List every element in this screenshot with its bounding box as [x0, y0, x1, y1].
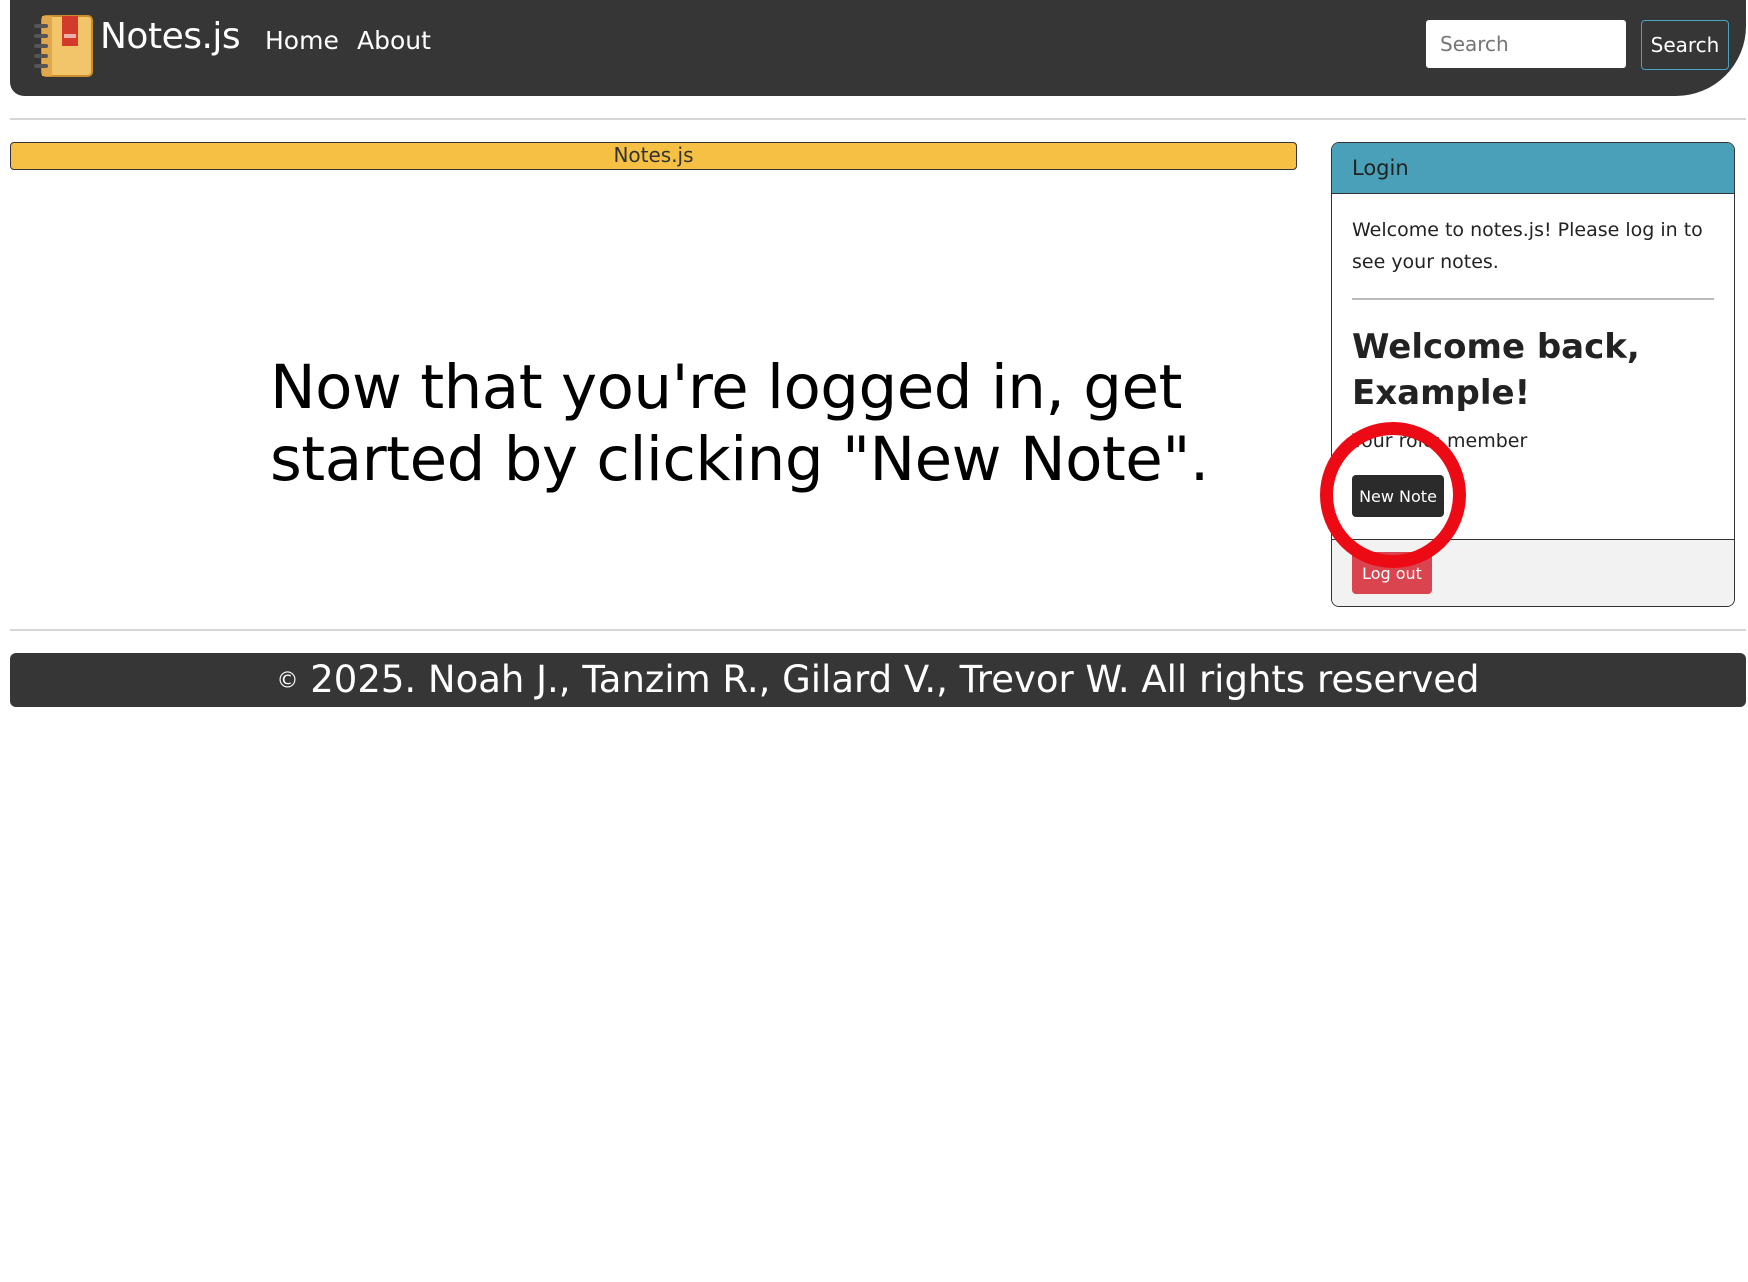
brand-title[interactable]: Notes.js	[100, 16, 241, 57]
copyright-symbol: ©	[276, 668, 299, 694]
new-note-button[interactable]: New Note	[1352, 475, 1444, 517]
login-card-header: Login	[1332, 143, 1734, 194]
search-input[interactable]	[1426, 20, 1626, 68]
welcome-back-heading: Welcome back, Example!	[1352, 326, 1640, 413]
footer-text: 2025. Noah J., Tanzim R., Gilard V., Tre…	[310, 658, 1480, 701]
login-card-footer: Log out	[1332, 539, 1734, 606]
login-card: Login Welcome to notes.js! Please log in…	[1331, 142, 1735, 607]
nav-home-link[interactable]: Home	[265, 26, 339, 55]
logout-button[interactable]: Log out	[1352, 552, 1432, 594]
page-banner: Notes.js	[10, 142, 1297, 170]
card-divider	[1352, 298, 1714, 300]
bottom-divider	[10, 629, 1746, 631]
notebook-icon[interactable]	[28, 12, 98, 78]
welcome-text: Welcome to notes.js! Please log in to se…	[1352, 219, 1703, 273]
login-card-body: Welcome to notes.js! Please log in to se…	[1332, 194, 1734, 452]
nav-about-link[interactable]: About	[357, 26, 431, 55]
user-role-text: Your role: member	[1352, 429, 1528, 452]
main-message: Now that you're logged in, get started b…	[270, 352, 1209, 495]
navbar: Notes.js Home About Search	[10, 0, 1746, 96]
top-divider	[10, 118, 1746, 120]
search-button[interactable]: Search	[1641, 20, 1729, 70]
footer: © 2025. Noah J., Tanzim R., Gilard V., T…	[10, 653, 1746, 707]
